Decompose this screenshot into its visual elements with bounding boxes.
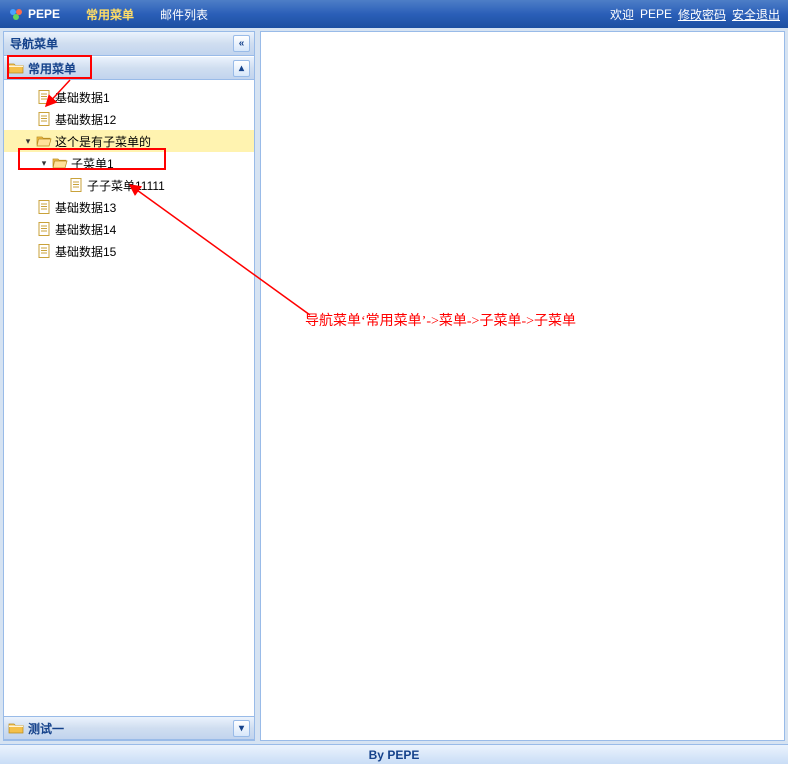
- accordion-panel-common-menu-header[interactable]: 常用菜单 ▴: [4, 56, 254, 80]
- header-right: 欢迎 PEPE 修改密码 安全退出: [610, 6, 780, 23]
- tree-node[interactable]: 基础数据13: [4, 196, 254, 218]
- folder-icon: [8, 720, 24, 736]
- tree-node-label: 基础数据15: [55, 243, 116, 260]
- top-tabs: 常用菜单 邮件列表: [80, 2, 214, 27]
- tree-node-label: 子子菜单11111: [87, 177, 165, 194]
- tab-common-menu[interactable]: 常用菜单: [80, 2, 140, 27]
- tree-node[interactable]: ▾ 这个是有子菜单的: [4, 130, 254, 152]
- accordion-panel-test-header[interactable]: 测试一 ▾: [4, 716, 254, 740]
- footer-text: By PEPE: [369, 748, 420, 762]
- tree-node-label: 基础数据12: [55, 111, 116, 128]
- accordion-panel-title: 测试一: [28, 720, 64, 737]
- tree-node[interactable]: 子子菜单11111: [4, 174, 254, 196]
- app-name: PEPE: [28, 7, 60, 21]
- welcome-prefix: 欢迎: [610, 6, 634, 23]
- collapse-left-icon: «: [239, 38, 245, 49]
- tree-node-label: 子菜单1: [71, 155, 114, 172]
- document-icon: [36, 111, 52, 127]
- document-icon: [36, 243, 52, 259]
- folder-open-icon: [36, 133, 52, 149]
- content-panel: [260, 31, 785, 741]
- sidebar-title-bar: 导航菜单 «: [4, 32, 254, 56]
- tree-node[interactable]: 基础数据14: [4, 218, 254, 240]
- tree-expander-icon[interactable]: ▾: [36, 158, 52, 169]
- tree-node-label: 基础数据1: [55, 89, 110, 106]
- accordion-toggle-collapse-icon[interactable]: ▴: [233, 60, 250, 77]
- tree-expander-icon[interactable]: ▾: [20, 136, 36, 147]
- tab-mail-list[interactable]: 邮件列表: [154, 2, 214, 27]
- sidebar-collapse-button[interactable]: «: [233, 35, 250, 52]
- tree-node-label: 基础数据13: [55, 199, 116, 216]
- document-icon: [36, 199, 52, 215]
- app-header: PEPE 常用菜单 邮件列表 欢迎 PEPE 修改密码 安全退出: [0, 0, 788, 28]
- welcome-user: PEPE: [640, 7, 672, 21]
- nav-tree: 基础数据1基础数据12▾这个是有子菜单的▾子菜单1子子菜单11111基础数据13…: [4, 80, 254, 268]
- accordion-panel-body: 基础数据1基础数据12▾这个是有子菜单的▾子菜单1子子菜单11111基础数据13…: [4, 80, 254, 716]
- tree-node[interactable]: 基础数据1: [4, 86, 254, 108]
- folder-icon: [8, 60, 24, 76]
- tree-node-label: 基础数据14: [55, 221, 116, 238]
- link-change-password[interactable]: 修改密码: [678, 6, 726, 23]
- app-logo-icon: [8, 6, 24, 22]
- folder-open-icon: [52, 155, 68, 171]
- sidebar-title-text: 导航菜单: [10, 35, 58, 52]
- document-icon: [68, 177, 84, 193]
- tree-node[interactable]: ▾ 子菜单1: [4, 152, 254, 174]
- nav-sidebar: 导航菜单 « 常用菜单 ▴ 基础数据1基础数据12▾这个是有子菜单的▾子菜单1子…: [3, 31, 255, 741]
- document-icon: [36, 221, 52, 237]
- document-icon: [36, 89, 52, 105]
- footer: By PEPE: [0, 744, 788, 764]
- accordion-panel-title: 常用菜单: [28, 60, 76, 77]
- link-logout[interactable]: 安全退出: [732, 6, 780, 23]
- tree-node-label: 这个是有子菜单的: [55, 133, 151, 150]
- tree-node[interactable]: 基础数据12: [4, 108, 254, 130]
- accordion: 常用菜单 ▴ 基础数据1基础数据12▾这个是有子菜单的▾子菜单1子子菜单1111…: [4, 56, 254, 740]
- accordion-toggle-expand-icon[interactable]: ▾: [233, 720, 250, 737]
- tree-node[interactable]: 基础数据15: [4, 240, 254, 262]
- body-wrap: 导航菜单 « 常用菜单 ▴ 基础数据1基础数据12▾这个是有子菜单的▾子菜单1子…: [0, 28, 788, 744]
